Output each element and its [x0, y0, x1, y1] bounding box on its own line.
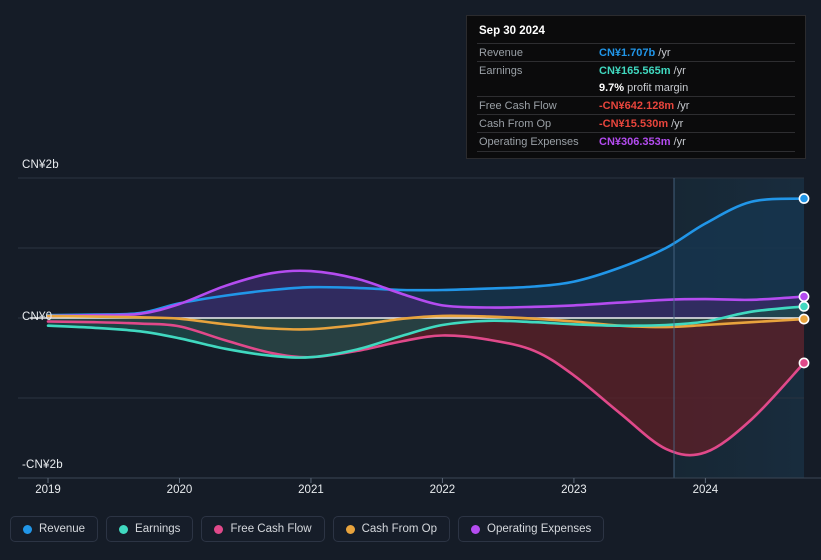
x-axis-tick-2020: 2020 [166, 484, 193, 496]
legend-item-cash-from-op[interactable]: Cash From Op [332, 516, 451, 542]
tooltip-row-value: -CN¥642.128m [599, 99, 675, 112]
tooltip-row-label: Earnings [479, 64, 523, 77]
legend-color-dot [345, 524, 355, 534]
tooltip-row-label: Operating Expenses [479, 135, 579, 148]
tooltip-row-unit: /yr [677, 99, 690, 112]
endpoint-operating-expenses[interactable] [798, 291, 810, 302]
legend-item-free-cash-flow[interactable]: Free Cash Flow [201, 516, 325, 542]
tooltip-row-unit: /yr [673, 135, 686, 148]
tooltip-row-unit: profit margin [627, 81, 689, 94]
legend-color-dot [23, 524, 32, 534]
legend-item-revenue[interactable]: Revenue [10, 516, 99, 542]
tooltip-row-unit: /yr [671, 117, 684, 130]
tooltip-row-unit: /yr [673, 64, 686, 77]
endpoint-revenue[interactable] [798, 193, 810, 204]
area-fill-free-cash-flow [48, 318, 804, 456]
legend-item-operating-expenses[interactable]: Operating Expenses [458, 516, 605, 542]
legend-color-dot [214, 524, 224, 534]
x-axis-tick-2019: 2019 [35, 484, 61, 496]
tooltip-date: Sep 30 2024 [479, 25, 545, 37]
y-axis-label-zero: CN¥0 [22, 311, 53, 323]
legend-item-label: Free Cash Flow [230, 523, 312, 535]
tooltip-row-value: -CN¥15.530m [599, 117, 669, 130]
tooltip-row: Operating Expenses CN¥306.353m/yr [477, 132, 795, 150]
legend-item-earnings[interactable]: Earnings [106, 516, 194, 542]
tooltip-row-value: 9.7% [599, 81, 625, 94]
tooltip-bottom-divider [477, 151, 795, 152]
legend-item-label: Cash From Op [361, 523, 438, 535]
tooltip-row: 9.7% profit margin [477, 79, 795, 96]
tooltip-row-unit: /yr [658, 46, 671, 59]
tooltip-row: Earnings CN¥165.565m/yr [477, 61, 795, 79]
tooltip-row-label: Cash From Op [479, 117, 552, 130]
x-axis-tick-2023: 2023 [561, 484, 587, 496]
y-axis-label-bottom: -CN¥2b [22, 459, 63, 471]
tooltip-row-value: CN¥306.353m [599, 135, 671, 148]
tooltip-row-value: CN¥165.565m [599, 64, 671, 77]
tooltip-row-label: Free Cash Flow [479, 99, 557, 112]
tooltip-row: Free Cash Flow -CN¥642.128m/yr [477, 96, 795, 114]
data-tooltip: Sep 30 2024 Revenue CN¥1.707b/yr Earnings C… [466, 15, 806, 159]
x-axis-tick-2024: 2024 [692, 484, 719, 496]
y-axis-label-top: CN¥2b [22, 159, 59, 171]
chart-legend[interactable]: Revenue Earnings Free Cash Flow Cash From O… [10, 516, 605, 542]
legend-item-label: Earnings [135, 523, 181, 535]
endpoint-free-cash-flow[interactable] [798, 357, 810, 369]
tooltip-row-value: CN¥1.707b [599, 46, 656, 59]
x-axis-ticks [47, 478, 706, 483]
legend-item-label: Operating Expenses [487, 523, 592, 535]
x-axis-tick-2022: 2022 [429, 484, 456, 496]
endpoint-earnings[interactable] [798, 301, 810, 312]
endpoint-cash-from-op[interactable] [798, 313, 810, 325]
financial-performance-chart: CN¥2b CN¥0 -CN¥2b 2019 2020 2021 2022 2023 20… [0, 0, 821, 560]
x-axis-tick-2021: 2021 [298, 484, 324, 496]
tooltip-row: Revenue CN¥1.707b/yr [477, 43, 795, 61]
legend-color-dot [471, 524, 481, 534]
legend-color-dot [119, 524, 129, 534]
legend-item-label: Revenue [39, 523, 86, 535]
tooltip-rows: Revenue CN¥1.707b/yr Earnings CN¥165.565m/y… [477, 43, 795, 152]
tooltip-row-label: Revenue [479, 46, 524, 59]
tooltip-row: Cash From Op -CN¥15.530m/yr [477, 114, 795, 132]
